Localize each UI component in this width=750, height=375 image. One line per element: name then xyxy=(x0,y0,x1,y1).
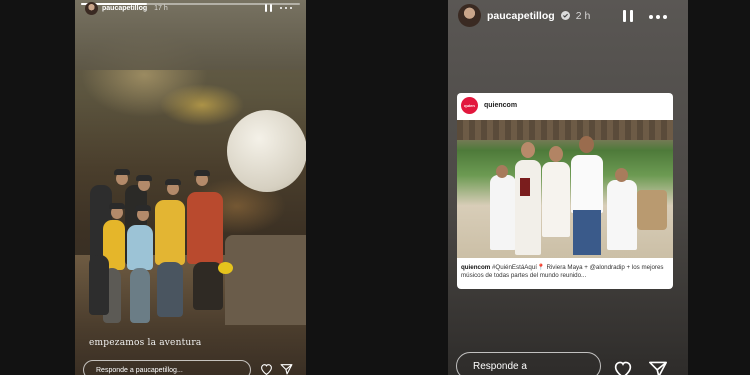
more-icon[interactable] xyxy=(280,7,292,9)
send-icon[interactable] xyxy=(280,362,293,375)
post-time: 17 h xyxy=(154,5,168,12)
caption-text: #QuiénEstáAquí📍 Riviera Maya + @alondrad… xyxy=(461,264,664,279)
avatar[interactable] xyxy=(85,2,98,15)
quien-logo[interactable]: quien xyxy=(461,97,478,114)
reply-placeholder: Responde a xyxy=(473,360,527,372)
username[interactable]: paucapetillog xyxy=(487,10,555,22)
shared-post-header: quien quiencom xyxy=(461,97,517,114)
more-icon[interactable] xyxy=(649,15,667,19)
story-header: paucapetillog 2 h xyxy=(458,4,590,27)
pause-icon[interactable] xyxy=(265,4,272,12)
send-icon[interactable] xyxy=(648,360,668,375)
story-caption: empezamos la aventura xyxy=(89,338,202,348)
mushroom-sculpture xyxy=(227,110,306,192)
verified-icon xyxy=(560,11,570,20)
story-right[interactable]: paucapetillog 2 h quien quiencom quienco… xyxy=(448,0,688,375)
reply-input[interactable]: Responde a xyxy=(456,352,601,375)
caption-username[interactable]: quiencom xyxy=(461,264,490,271)
heart-icon[interactable] xyxy=(260,362,273,375)
reply-placeholder: Responde a paucapetillog... xyxy=(96,366,183,374)
post-time: 2 h xyxy=(575,9,591,22)
pause-icon[interactable] xyxy=(623,10,633,22)
story-photo-cave xyxy=(75,0,306,375)
story-header: paucapetillog 17 h xyxy=(85,2,168,15)
story-left[interactable]: paucapetillog 17 h empezamos la aventura… xyxy=(75,0,306,375)
shared-post-caption: quiencom #QuiénEstáAquí📍 Riviera Maya + … xyxy=(461,264,671,280)
shared-post-username[interactable]: quiencom xyxy=(484,102,517,109)
avatar[interactable] xyxy=(458,4,481,27)
shared-post-card[interactable]: quien quiencom quiencom #QuiénEstáAquí📍 … xyxy=(457,93,673,289)
heart-icon[interactable] xyxy=(613,360,633,375)
story-viewer: paucapetillog 17 h empezamos la aventura… xyxy=(0,0,750,375)
username[interactable]: paucapetillog xyxy=(102,5,147,12)
reply-input[interactable]: Responde a paucapetillog... xyxy=(83,360,251,375)
